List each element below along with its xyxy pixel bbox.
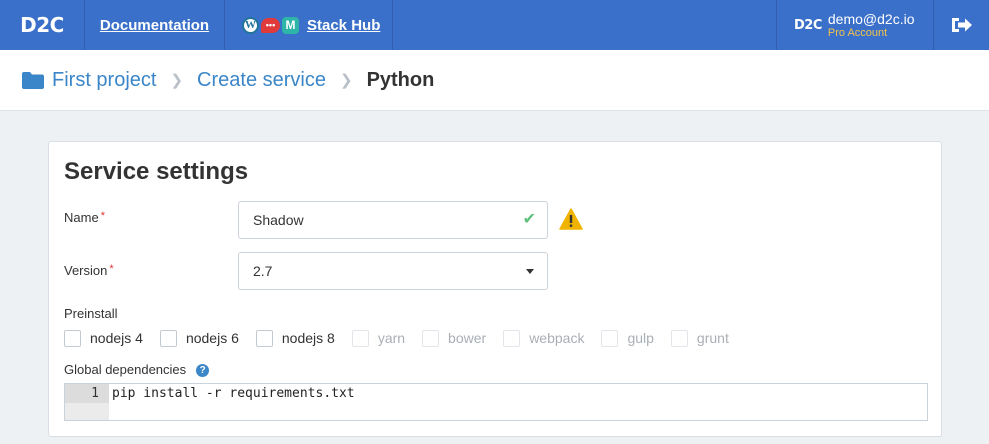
required-mark: * xyxy=(100,210,105,222)
documentation-link[interactable]: Documentation xyxy=(85,0,225,50)
preinstall-options: nodejs 4 nodejs 6 nodejs 8 yarn bower we… xyxy=(64,328,746,348)
account-email: demo@d2c.io xyxy=(827,10,915,27)
logout-button[interactable] xyxy=(935,0,989,50)
folder-icon xyxy=(22,71,44,89)
editor-code-line[interactable]: pip install -r requirements.txt xyxy=(112,384,355,403)
breadcrumb-first-project[interactable]: First project xyxy=(52,69,156,92)
checkbox-grunt: grunt xyxy=(670,329,729,347)
checkbox-bower: bower xyxy=(422,329,486,347)
version-value: 2.7 xyxy=(253,263,273,279)
breadcrumb-create-service[interactable]: Create service xyxy=(197,69,326,92)
warning-icon xyxy=(559,208,583,230)
version-select[interactable]: 2.7 xyxy=(238,252,548,290)
chevron-right-icon: ❯ xyxy=(170,72,184,89)
name-value: Shadow xyxy=(253,212,304,228)
name-input[interactable]: Shadow ✔ xyxy=(238,201,548,239)
chat-icon: ••• xyxy=(261,17,280,33)
top-navbar: D2C Documentation W ••• M Stack Hub D2C … xyxy=(0,0,989,50)
checkbox-box xyxy=(503,329,521,347)
checkbox-webpack: webpack xyxy=(503,329,584,347)
sign-out-icon xyxy=(952,18,972,32)
checkbox-box xyxy=(422,329,440,347)
checkbox-box[interactable] xyxy=(255,329,273,347)
global-dependencies-label: Global dependencies? xyxy=(64,362,210,378)
checkbox-gulp: gulp xyxy=(601,329,654,347)
global-dependencies-editor[interactable]: 1 pip install -r requirements.txt xyxy=(64,383,928,421)
line-number: 1 xyxy=(65,384,109,403)
checkbox-box[interactable] xyxy=(64,329,81,347)
account-menu[interactable]: D2C demo@d2c.io Pro Account xyxy=(776,0,934,50)
service-settings-card: Service settings Name * Shadow ✔ Version *… xyxy=(48,141,942,437)
stack-hub-link[interactable]: W ••• M Stack Hub xyxy=(225,0,393,50)
preinstall-label: Preinstall xyxy=(64,306,118,321)
checkbox-box xyxy=(351,329,369,347)
checkbox-box xyxy=(601,329,619,347)
version-label: Version * xyxy=(64,263,114,278)
caret-down-icon xyxy=(526,269,534,274)
wordpress-icon: W xyxy=(242,16,259,34)
breadcrumb: First project ❯ Create service ❯ Python xyxy=(0,50,989,111)
chevron-right-icon: ❯ xyxy=(339,72,353,89)
checkbox-yarn: yarn xyxy=(351,329,405,347)
required-mark: * xyxy=(109,263,114,275)
card-title: Service settings xyxy=(64,158,249,185)
help-icon[interactable]: ? xyxy=(196,364,210,378)
checkbox-box xyxy=(670,329,688,347)
checkbox-box[interactable] xyxy=(159,329,177,347)
checkbox-nodejs-8[interactable]: nodejs 8 xyxy=(255,329,335,347)
m-icon: M xyxy=(282,16,299,34)
checkbox-nodejs-6[interactable]: nodejs 6 xyxy=(159,329,239,347)
checkbox-nodejs-4[interactable]: nodejs 4 xyxy=(64,329,143,347)
account-plan: Pro Account xyxy=(827,26,888,39)
stack-hub-label: Stack Hub xyxy=(307,16,381,34)
account-logo: D2C xyxy=(794,17,822,33)
name-label: Name * xyxy=(64,210,105,225)
d2c-logo[interactable]: D2C xyxy=(0,0,85,50)
check-icon: ✔ xyxy=(522,211,536,228)
breadcrumb-current: Python xyxy=(366,68,435,91)
